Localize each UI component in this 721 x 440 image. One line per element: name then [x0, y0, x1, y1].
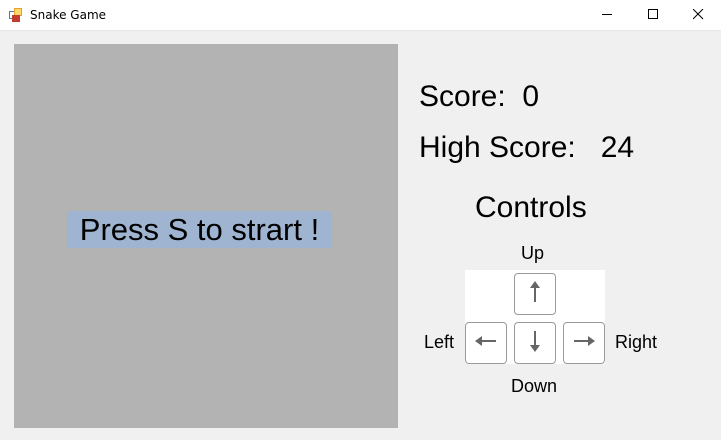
- close-icon: [692, 7, 704, 25]
- down-label: Down: [511, 376, 558, 396]
- maximize-icon: [647, 7, 659, 25]
- arrow-left-icon: [474, 334, 498, 353]
- arrow-up-icon: [528, 280, 542, 309]
- minimize-icon: [601, 7, 613, 25]
- right-button[interactable]: [563, 322, 605, 364]
- right-label: Right: [615, 332, 658, 352]
- arrow-right-icon: [572, 334, 596, 353]
- window-title: Snake Game: [30, 8, 107, 22]
- minimize-button[interactable]: [584, 0, 630, 31]
- left-button[interactable]: [465, 322, 507, 364]
- high-score-label: High Score: 24: [419, 131, 635, 164]
- maximize-button[interactable]: [630, 0, 676, 31]
- up-label: Up: [521, 243, 545, 263]
- score-label: Score: 0: [419, 80, 540, 113]
- down-button[interactable]: [514, 322, 556, 364]
- title-bar: Snake Game: [0, 0, 721, 31]
- arrow-down-icon: [528, 329, 542, 358]
- up-button[interactable]: [514, 273, 556, 315]
- controls-title: Controls: [475, 191, 587, 224]
- left-label: Left: [424, 332, 455, 352]
- app-icon: [9, 8, 23, 22]
- start-message: Press S to strart !: [67, 211, 332, 248]
- close-button[interactable]: [675, 0, 721, 31]
